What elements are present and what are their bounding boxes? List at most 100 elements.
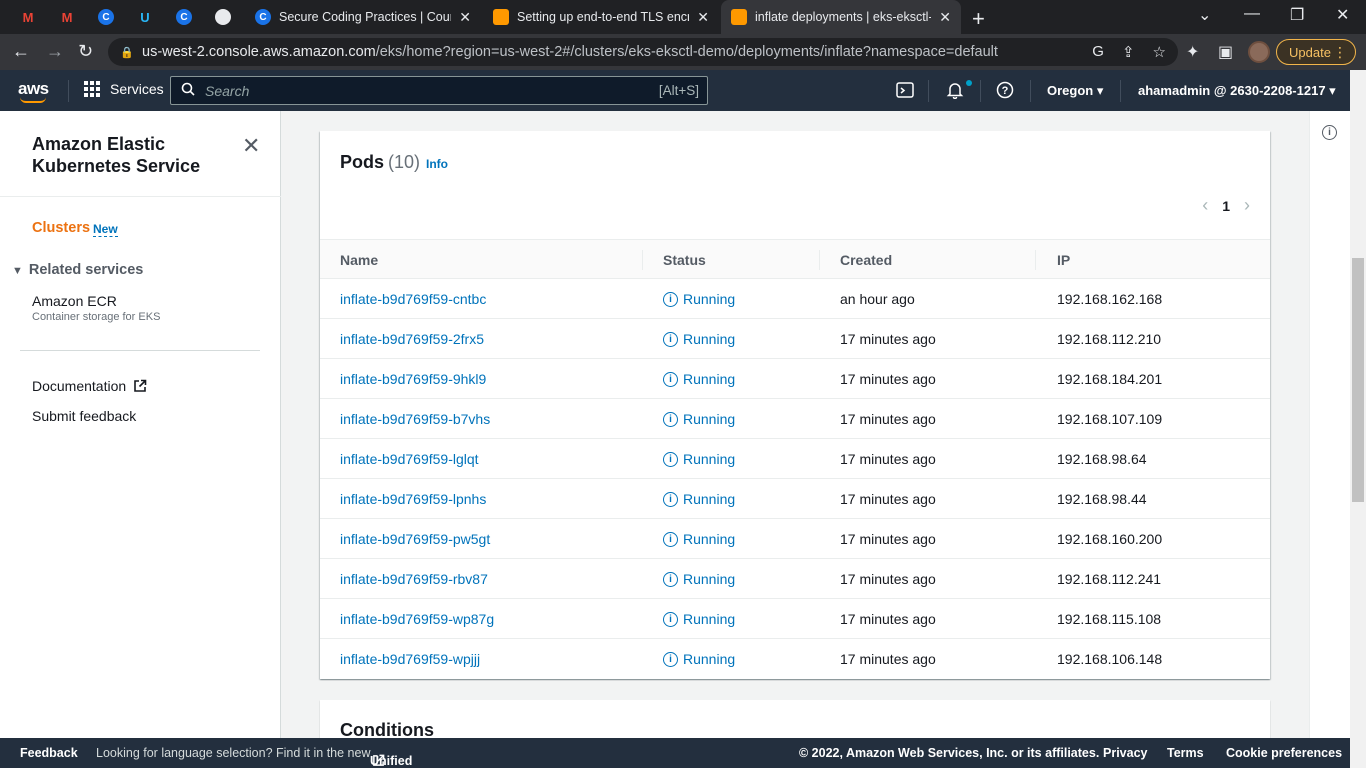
pod-ip: 192.168.112.241 (1057, 571, 1162, 587)
pod-created: 17 minutes ago (840, 491, 936, 507)
status-text: Running (683, 491, 736, 507)
new-badge[interactable]: New (93, 222, 118, 237)
column-header-ip[interactable]: IP (1057, 252, 1070, 268)
back-icon[interactable]: ← (12, 41, 30, 62)
browser-tab-strip: M M C U C C Secure Coding Practices | Co… (0, 0, 1366, 34)
forward-icon[interactable]: → (46, 41, 64, 62)
service-title: Amazon Elastic Kubernetes Service (32, 134, 201, 176)
bell-icon[interactable] (946, 81, 964, 104)
pod-name-link[interactable]: inflate-b9d769f59-cntbc (340, 291, 486, 307)
table-row: inflate-b9d769f59-lpnhs i Running 17 minute… (320, 479, 1270, 519)
restore-icon[interactable]: ❐ (1290, 5, 1304, 25)
update-button[interactable]: Update ⋮ (1276, 39, 1356, 65)
footer-terms-link[interactable]: Terms (1167, 746, 1204, 760)
column-header-name[interactable]: Name (340, 252, 378, 268)
footer-feedback-link[interactable]: Feedback (20, 746, 78, 760)
pod-created: 17 minutes ago (840, 411, 936, 427)
new-tab-icon[interactable]: + (972, 6, 985, 32)
pod-name-link[interactable]: inflate-b9d769f59-b7vhs (340, 411, 490, 427)
status-info-icon: i (663, 571, 678, 587)
udemy-pinned-tab[interactable]: U (133, 6, 157, 28)
coursera-pinned-tab[interactable]: C (94, 6, 118, 28)
info-panel-icon[interactable]: i (1322, 125, 1337, 140)
close-tab-icon[interactable]: ✕ (459, 9, 471, 26)
pod-status: i Running (663, 611, 735, 627)
close-nav-icon[interactable]: ✕ (242, 133, 260, 159)
coursera-pinned-tab-2[interactable]: C (172, 6, 196, 28)
pod-created: 17 minutes ago (840, 331, 936, 347)
external-link-icon (130, 378, 147, 394)
pod-created: 17 minutes ago (840, 531, 936, 547)
pod-name-link[interactable]: inflate-b9d769f59-rbv87 (340, 571, 488, 587)
status-info-icon: i (663, 371, 678, 387)
share-icon[interactable]: ⇪ (1122, 43, 1135, 61)
tab-title: Secure Coding Practices | Course (279, 10, 452, 24)
account-menu[interactable]: ahamadmin @ 2630-2208-1217 ▾ (1138, 83, 1336, 99)
pod-name-link[interactable]: inflate-b9d769f59-lglqt (340, 451, 479, 467)
minimize-icon[interactable]: — (1244, 5, 1260, 23)
sidebar-item-submit-feedback[interactable]: Submit feedback (32, 408, 136, 424)
pod-name-link[interactable]: inflate-b9d769f59-9hkl9 (340, 371, 486, 387)
status-text: Running (683, 411, 736, 427)
google-icon[interactable]: G (1092, 43, 1104, 61)
related-services-toggle[interactable]: ▼ Related services (12, 262, 143, 278)
page-number[interactable]: 1 (1222, 198, 1230, 214)
lock-icon: 🔒 (120, 47, 134, 59)
side-panel-icon[interactable]: ▣ (1218, 42, 1233, 62)
table-row: inflate-b9d769f59-rbv87 i Running 17 minute… (320, 559, 1270, 599)
reload-icon[interactable]: ↻ (78, 41, 93, 62)
address-bar[interactable]: 🔒 us-west-2.console.aws.amazon.com/eks/h… (108, 38, 1178, 66)
search-input[interactable]: Search [Alt+S] (170, 76, 708, 105)
services-menu-button[interactable]: Services (84, 81, 164, 97)
tab-tls[interactable]: Setting up end-to-end TLS encry ✕ (483, 0, 719, 34)
pod-name-link[interactable]: inflate-b9d769f59-lpnhs (340, 491, 486, 507)
aws-favicon-icon (493, 9, 509, 25)
tab-search-chevron-icon[interactable]: ⌄ (1198, 5, 1211, 25)
pods-title: Pods (10) (340, 152, 421, 172)
next-page-icon[interactable]: › (1244, 195, 1250, 216)
conditions-panel: Conditions (320, 700, 1270, 740)
pod-status: i Running (663, 451, 735, 467)
column-header-created[interactable]: Created (840, 252, 892, 268)
info-link[interactable]: Info (426, 157, 448, 171)
pod-name-link[interactable]: inflate-b9d769f59-wp87g (340, 611, 494, 627)
pod-name-link[interactable]: inflate-b9d769f59-pw5gt (340, 531, 490, 547)
region-selector[interactable]: Oregon ▾ (1047, 83, 1103, 99)
pod-created: 17 minutes ago (840, 651, 936, 667)
github-pinned-tab[interactable] (211, 6, 235, 28)
aws-logo[interactable]: aws (18, 79, 49, 103)
tab-inflate-deployments[interactable]: inflate deployments | eks-eksctl- ✕ (721, 0, 961, 34)
column-header-status[interactable]: Status (663, 252, 706, 268)
avatar[interactable] (1248, 41, 1270, 63)
aws-favicon-icon (731, 9, 747, 25)
pagination: ‹ 1 › (1202, 195, 1250, 216)
bookmark-star-icon[interactable]: ☆ (1153, 43, 1166, 61)
cloudshell-icon[interactable] (896, 81, 914, 104)
tab-secure-coding[interactable]: C Secure Coding Practices | Course ✕ (245, 0, 481, 34)
close-tab-icon[interactable]: ✕ (939, 9, 951, 26)
pod-created: 17 minutes ago (840, 451, 936, 467)
status-text: Running (683, 651, 736, 667)
footer-cookie-link[interactable]: Cookie preferences (1226, 746, 1342, 760)
close-tab-icon[interactable]: ✕ (697, 9, 709, 26)
gmail-pinned-tab-2[interactable]: M (55, 6, 79, 28)
services-label: Services (110, 81, 164, 97)
pod-name-link[interactable]: inflate-b9d769f59-2frx5 (340, 331, 484, 347)
extensions-icon[interactable]: ✦ (1186, 42, 1199, 62)
pod-ip: 192.168.107.109 (1057, 411, 1163, 427)
sidebar-item-ecr[interactable]: Amazon ECR (32, 293, 117, 309)
help-icon[interactable]: ? (996, 81, 1014, 104)
scrollbar-thumb[interactable] (1352, 258, 1364, 502)
pod-name-link[interactable]: inflate-b9d769f59-wpjjj (340, 651, 480, 667)
gmail-pinned-tab[interactable]: M (16, 6, 40, 28)
menu-dots-icon[interactable]: ⋮ (1333, 44, 1347, 61)
sidebar-item-documentation[interactable]: Documentation (32, 378, 147, 394)
search-icon (181, 82, 195, 99)
prev-page-icon[interactable]: ‹ (1202, 195, 1208, 216)
close-window-icon[interactable]: ✕ (1336, 5, 1349, 25)
footer-privacy-link[interactable]: Privacy (1103, 746, 1147, 760)
utility-panel: i (1309, 111, 1350, 738)
pod-status: i Running (663, 531, 735, 547)
sidebar-item-clusters[interactable]: Clusters (32, 220, 90, 236)
table-row: inflate-b9d769f59-lglqt i Running 17 minute… (320, 439, 1270, 479)
